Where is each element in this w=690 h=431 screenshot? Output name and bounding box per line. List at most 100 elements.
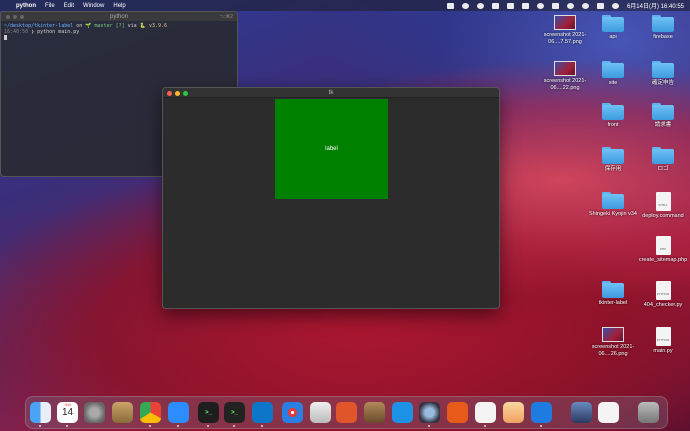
dock-calendar-icon[interactable]: JUN 14 (57, 402, 78, 427)
running-indicator (177, 425, 179, 427)
folder-icon (602, 281, 624, 298)
calendar-day: 14 (61, 407, 74, 418)
battery-icon[interactable] (551, 2, 559, 9)
document-icon: SHELL (655, 192, 671, 211)
tk-zoom-button[interactable] (183, 91, 188, 96)
dock-infinity-icon[interactable] (531, 402, 552, 427)
desktop-icon-404-checker-py[interactable]: PYTHON 404_checker.py (633, 281, 690, 309)
terminal-python-version: 🐍 v3.9.6 (139, 23, 168, 29)
dock-zoom-icon[interactable] (168, 402, 189, 427)
menu-help[interactable]: Help (113, 3, 125, 9)
folder-icon (652, 103, 674, 120)
dock-docker-icon[interactable] (392, 402, 413, 423)
running-indicator (66, 425, 68, 427)
close-button[interactable] (6, 14, 10, 19)
dock-system-preferences-icon[interactable] (84, 402, 105, 423)
dock-chrome-icon[interactable] (140, 402, 161, 427)
menubar-clock[interactable]: 6月14日(月) 16:40:55 (627, 1, 684, 10)
terminal-titlebar[interactable]: python ⌥⌘2 (1, 12, 237, 21)
terminal-branch: 🌱 master [?] (85, 23, 125, 29)
running-indicator (484, 425, 486, 427)
running-indicator (233, 425, 235, 427)
dock: JUN 14 >_ >_ (25, 396, 668, 429)
desktop-icon-label: site (608, 80, 618, 86)
control-center-icon[interactable] (596, 2, 604, 9)
tk-close-button[interactable] (167, 91, 172, 96)
dock-archive-icon[interactable] (364, 402, 385, 423)
document-type-badge: SHELL (658, 203, 668, 207)
terminal-output[interactable]: ~/desktop/tkinter-label on 🌱 master [?] … (1, 21, 237, 44)
wifi-icon[interactable] (566, 2, 574, 9)
running-indicator (428, 425, 430, 427)
desktop-icon-label: api (609, 34, 617, 40)
desktop-icon-label: 404_checker.py (643, 302, 683, 308)
desktop-icon-label: firebase (653, 34, 673, 40)
dock-iterm-icon[interactable]: >_ (224, 402, 245, 427)
status-sync-icon[interactable] (476, 2, 484, 9)
tk-window[interactable]: tk label (162, 87, 500, 309)
running-indicator (39, 425, 41, 427)
minimize-button[interactable] (13, 14, 17, 19)
folder-icon (652, 15, 674, 32)
dock-document-icon[interactable] (598, 402, 619, 423)
document-type-badge: PHP (660, 247, 666, 251)
dock-trash-icon[interactable] (638, 402, 659, 423)
desktop-icon-item[interactable]: 確定申告 (633, 61, 690, 87)
tk-minimize-button[interactable] (175, 91, 180, 96)
dock-finder-icon[interactable] (30, 402, 51, 427)
desktop-icon-main-py[interactable]: PYTHON main.py (633, 327, 690, 355)
menubar-status-area: 6月14日(月) 16:40:55 (446, 0, 684, 11)
document-type-badge: PYTHON (656, 292, 670, 296)
tk-window-title: tk (328, 89, 334, 96)
menu-edit[interactable]: Edit (64, 3, 74, 9)
dock-photo-app-icon[interactable] (112, 402, 133, 423)
prompt-glyph: >_ (205, 409, 212, 416)
dock-filezilla-icon[interactable] (447, 402, 468, 423)
document-icon: PYTHON (655, 281, 671, 300)
desktop-icon-deploy-command[interactable]: SHELL deploy.command (633, 192, 690, 220)
document-type-badge: PYTHON (656, 338, 670, 342)
menubar: python File Edit Window Help 6月14日(月) 16… (0, 0, 690, 11)
desktop-icon-label: 確定申告 (651, 80, 674, 86)
dock-preview-icon[interactable] (503, 402, 524, 423)
menu-app-name[interactable]: python (16, 3, 36, 9)
siri-icon[interactable] (611, 2, 619, 9)
status-box-icon[interactable] (506, 2, 514, 9)
bluetooth-icon[interactable] (536, 2, 544, 9)
dock-app-icon[interactable] (475, 402, 496, 427)
desktop-icon-firebase[interactable]: firebase (633, 15, 690, 41)
dock-safari-icon[interactable] (282, 402, 303, 423)
desktop-icon-item[interactable]: ロゴ (633, 147, 690, 173)
status-a-icon[interactable] (521, 2, 529, 9)
cloud-icon[interactable] (491, 2, 499, 9)
menu-window[interactable]: Window (83, 3, 104, 9)
tk-titlebar[interactable]: tk (163, 88, 499, 98)
dock-activity-icon[interactable] (336, 402, 357, 423)
terminal-via: via (124, 23, 140, 29)
dock-terminal-icon[interactable]: >_ (198, 402, 219, 427)
zoom-button[interactable] (20, 14, 24, 19)
running-indicator (540, 425, 542, 427)
desktop-icon-label: main.py (653, 348, 673, 354)
folder-icon (652, 61, 674, 78)
document-icon: PHP (655, 236, 671, 255)
status-app-icon[interactable] (446, 2, 454, 9)
tk-label-widget: label (275, 99, 388, 199)
dock-db-tool-icon[interactable] (310, 402, 331, 423)
tk-label-text: label (325, 146, 338, 152)
desktop-icon-item[interactable]: 請求書 (633, 103, 690, 129)
dock-vscode-icon[interactable] (252, 402, 273, 427)
status-circle-icon[interactable] (461, 2, 469, 9)
menu-file[interactable]: File (45, 3, 55, 9)
dock-screenshot-icon[interactable] (571, 402, 592, 423)
folder-icon (602, 15, 624, 32)
desktop-icon-label: 請求書 (654, 122, 672, 128)
traffic-lights (6, 14, 24, 19)
dock-network-icon[interactable] (419, 402, 440, 427)
desktop-icon-create-sitemap-php[interactable]: PHP create_sitemap.php (633, 236, 690, 264)
terminal-cursor (4, 35, 7, 40)
running-indicator (207, 425, 209, 427)
search-icon[interactable] (581, 2, 589, 9)
running-indicator (261, 425, 263, 427)
prompt-glyph: >_ (231, 409, 238, 416)
